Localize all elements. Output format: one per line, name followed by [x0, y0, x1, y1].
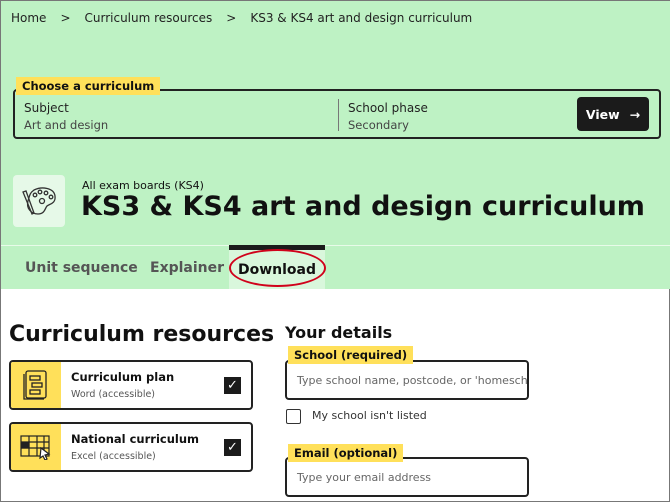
email-input[interactable]: Type your email address — [285, 457, 529, 497]
view-label: View — [585, 106, 620, 122]
checkbox-checked[interactable]: ✓ — [224, 376, 241, 394]
phase-select[interactable]: School phase Secondary — [348, 101, 428, 132]
spreadsheet-icon — [11, 424, 61, 470]
breadcrumb-separator: > — [60, 11, 71, 25]
resource-title: Curriculum plan — [71, 370, 175, 384]
breadcrumb-current: KS3 & KS4 art and design curriculum — [250, 11, 473, 25]
resource-card-national-curriculum[interactable]: National curriculum Excel (accessible) ✓ — [9, 422, 253, 472]
tab-unit-sequence[interactable]: Unit sequence — [25, 247, 138, 289]
divider — [338, 99, 339, 131]
document-stack-icon — [11, 362, 61, 408]
resource-card-curriculum-plan[interactable]: Curriculum plan Word (accessible) ✓ — [9, 360, 253, 410]
divider — [1, 245, 670, 246]
palette-icon — [13, 175, 65, 227]
phase-label: School phase — [348, 101, 428, 115]
school-label: School (required) — [288, 346, 414, 364]
phase-value: Secondary — [348, 118, 409, 132]
tab-explainer[interactable]: Explainer — [150, 247, 224, 289]
details-heading: Your details — [285, 323, 393, 342]
checkbox-checked[interactable]: ✓ — [224, 438, 241, 456]
breadcrumb-separator: > — [226, 11, 237, 25]
subject-select[interactable]: Subject Art and design — [24, 101, 108, 132]
school-not-listed-label: My school isn't listed — [312, 409, 427, 422]
view-button[interactable]: View → — [577, 97, 649, 131]
curriculum-chooser: Subject Art and design School phase Seco… — [13, 89, 661, 139]
breadcrumb-resources[interactable]: Curriculum resources — [85, 11, 213, 25]
school-not-listed-checkbox[interactable] — [286, 409, 301, 424]
resources-heading: Curriculum resources — [9, 322, 275, 347]
annotation-circle — [229, 249, 326, 287]
choose-curriculum-label: Choose a curriculum — [16, 77, 161, 95]
subject-label: Subject — [24, 101, 69, 115]
subject-value: Art and design — [24, 118, 109, 132]
resource-title: National curriculum — [71, 432, 200, 446]
breadcrumb-home[interactable]: Home — [11, 11, 46, 25]
breadcrumb: Home > Curriculum resources > KS3 & KS4 … — [11, 11, 472, 25]
resource-format: Excel (accessible) — [71, 451, 156, 462]
school-input[interactable]: Type school name, postcode, or 'homescho… — [285, 360, 529, 400]
page-title: KS3 & KS4 art and design curriculum — [81, 191, 645, 222]
resource-format: Word (accessible) — [71, 389, 156, 400]
arrow-right-icon: → — [629, 106, 641, 122]
email-label: Email (optional) — [288, 444, 404, 462]
